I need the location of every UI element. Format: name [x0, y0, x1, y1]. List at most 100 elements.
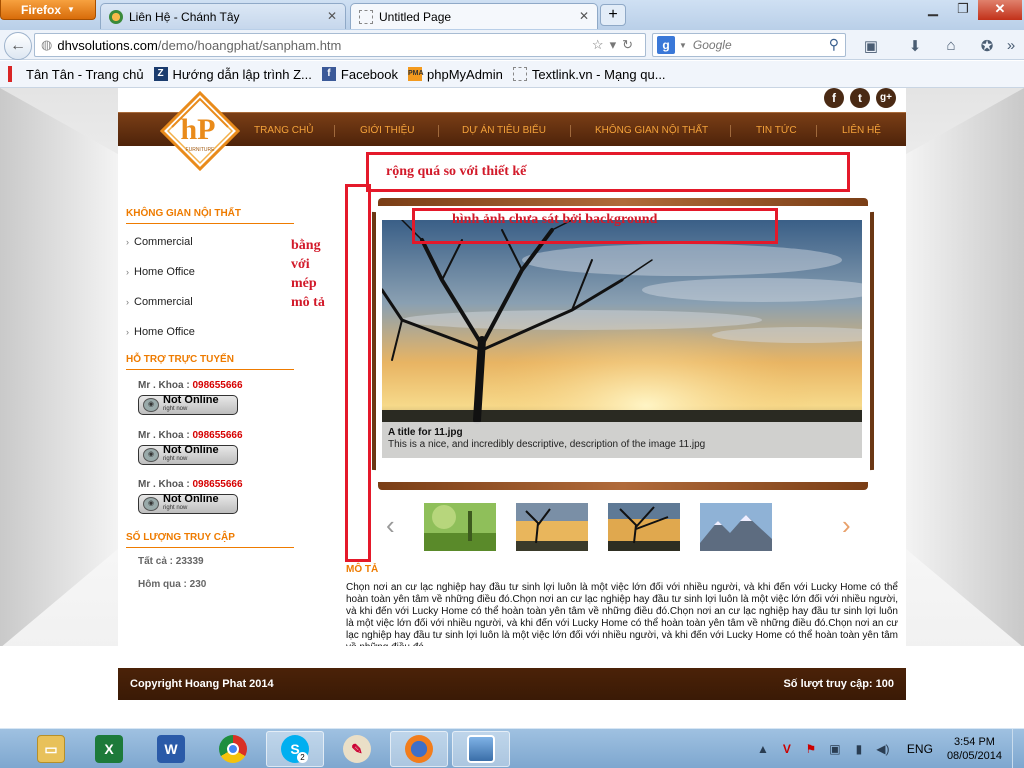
menu-divider: [570, 125, 571, 137]
support-phone[interactable]: 098655666: [192, 430, 242, 441]
taskbar-excel[interactable]: X: [80, 731, 138, 767]
room-background-left: [0, 88, 120, 648]
chevron-right-icon: ›: [126, 267, 129, 277]
bookmark-zend[interactable]: Z Hướng dẫn lập trình Z...: [153, 66, 312, 82]
bookmark-label: phpMyAdmin: [427, 66, 503, 82]
skype-status-icon: ◉: [143, 448, 159, 462]
sidebar-item-home-office[interactable]: › Home Office: [126, 326, 195, 338]
menu-tin-tuc[interactable]: TIN TỨC: [756, 125, 797, 136]
status-badge[interactable]: ◉ Not Online right now: [138, 395, 238, 415]
taskbar-word[interactable]: W: [142, 731, 200, 767]
chevron-right-icon[interactable]: ›: [842, 510, 851, 541]
word-icon: W: [157, 735, 185, 763]
antivirus-icon[interactable]: V: [778, 742, 796, 756]
sidebar-item-commercial[interactable]: › Commercial: [126, 296, 193, 308]
thumbnail-mountains[interactable]: [700, 503, 772, 551]
url-actions: ☆▾↻: [592, 37, 639, 53]
taskbar-explorer[interactable]: ▭: [22, 731, 80, 767]
network-icon[interactable]: ▮: [850, 742, 868, 756]
support-phone[interactable]: 098655666: [192, 479, 242, 490]
taskbar-paint[interactable]: ✎: [328, 731, 386, 767]
support-phone[interactable]: 098655666: [192, 380, 242, 391]
bookmarks-menu-icon[interactable]: ▣: [860, 37, 882, 55]
volume-icon[interactable]: ◀): [874, 742, 892, 756]
facebook-icon[interactable]: f: [824, 88, 844, 108]
close-window-button[interactable]: ✕: [978, 0, 1022, 20]
logo-text: hP: [180, 113, 215, 146]
site-footer: Copyright Hoang Phat 2014 Số lượt truy c…: [118, 668, 906, 700]
tab-untitled[interactable]: Untitled Page ✕: [350, 3, 598, 29]
close-tab-icon[interactable]: ✕: [327, 9, 337, 23]
menu-khong-gian[interactable]: KHÔNG GIAN NỘI THẤT: [595, 125, 708, 136]
thumbnail-sunset-1[interactable]: [516, 503, 588, 551]
menu-trang-chu[interactable]: TRANG CHỦ: [254, 125, 313, 136]
maximize-button[interactable]: ❐: [948, 0, 978, 20]
action-center-icon[interactable]: ▣: [826, 742, 844, 756]
overflow-icon[interactable]: »: [1002, 37, 1020, 55]
close-tab-icon[interactable]: ✕: [579, 9, 589, 23]
status-badge[interactable]: ◉ Not Online right now: [138, 494, 238, 514]
minimize-button[interactable]: ▁: [918, 0, 948, 20]
twitter-icon[interactable]: t: [850, 88, 870, 108]
status-subtext: right now: [163, 456, 188, 462]
annotation-image-not-fit: hình ảnh chưa sát bởi background: [452, 212, 658, 227]
chevron-up-icon[interactable]: ▲: [754, 742, 772, 756]
taskbar-chrome[interactable]: [204, 731, 262, 767]
status-subtext: right now: [163, 406, 188, 412]
addon-icon[interactable]: ✪: [976, 37, 998, 55]
hoang-phat-logo[interactable]: hP FURNITURE: [160, 91, 240, 171]
clock-date: 08/05/2014: [946, 750, 1002, 762]
slide-description: This is a nice, and incredibly descripti…: [388, 439, 706, 450]
menu-lien-he[interactable]: LIÊN HỆ: [842, 125, 881, 136]
tab-lien-he[interactable]: Liên Hệ - Chánh Tây ✕: [100, 3, 346, 29]
new-tab-button[interactable]: +: [600, 4, 626, 26]
taskbar-skype[interactable]: S 2: [266, 731, 324, 767]
status-badge[interactable]: ◉ Not Online right now: [138, 445, 238, 465]
taskbar-photo-viewer[interactable]: [452, 731, 510, 767]
search-icon[interactable]: ⚲: [829, 36, 839, 53]
support-contact: Mr . Khoa : 098655666: [138, 380, 243, 391]
annotation-align-edge: bằng với mép mô tả: [291, 238, 325, 310]
sidebar-item-label: Home Office: [134, 266, 195, 278]
menu-du-an[interactable]: DỰ ÁN TIÊU BIỂU: [462, 125, 546, 136]
back-button[interactable]: ←: [4, 32, 32, 60]
flag-error-icon[interactable]: ⚑: [802, 742, 820, 756]
thumbnail-sunset-2[interactable]: [608, 503, 680, 551]
address-bar[interactable]: ◍ dhvsolutions.com /demo/hoangphat/sanph…: [34, 33, 646, 57]
firefox-menu-button[interactable]: Firefox ▼: [0, 0, 96, 20]
skype-badge: 2: [297, 752, 308, 763]
bookmark-facebook[interactable]: f Facebook: [321, 66, 398, 82]
chevron-down-icon: ▼: [679, 40, 687, 50]
google-plus-icon[interactable]: g+: [876, 88, 896, 108]
slide-image[interactable]: A title for 11.jpg This is a nice, and i…: [382, 220, 862, 458]
globe-icon: ◍: [41, 37, 53, 52]
sidebar-item-home-office[interactable]: › Home Office: [126, 266, 195, 278]
bookmark-star-icon[interactable]: ☆: [592, 37, 610, 52]
dropdown-icon[interactable]: ▾: [610, 37, 623, 52]
download-icon[interactable]: ⬇: [904, 37, 926, 55]
search-placeholder: Google: [692, 38, 732, 52]
bookmark-textlink[interactable]: Textlink.vn - Mạng qu...: [512, 66, 666, 82]
reload-icon[interactable]: ↻: [622, 37, 639, 52]
bookmark-label: Facebook: [340, 66, 398, 82]
bookmark-label: Textlink.vn - Mạng qu...: [531, 66, 666, 82]
search-box[interactable]: g ▼ Google ⚲: [652, 33, 846, 57]
thumbnail-forest[interactable]: [424, 503, 496, 551]
google-icon[interactable]: g: [657, 36, 675, 54]
url-host: dhvsolutions.com: [57, 37, 158, 53]
bookmark-phpmyadmin[interactable]: PMA phpMyAdmin: [408, 67, 503, 82]
show-desktop-button[interactable]: [1012, 729, 1024, 768]
menu-gioi-thieu[interactable]: GIỚI THIỆU: [360, 125, 415, 136]
chevron-left-icon[interactable]: ‹: [386, 510, 395, 541]
home-icon[interactable]: ⌂: [940, 37, 962, 55]
bookmark-label: Hướng dẫn lập trình Z...: [172, 66, 312, 82]
slideshow-frame-bottom: [378, 482, 868, 490]
clock[interactable]: 3:54 PM 08/05/2014: [947, 735, 1002, 763]
bookmark-tantan[interactable]: Tân Tân - Trang chủ: [26, 67, 144, 82]
footer-visit-count: Số lượt truy cập: 100: [783, 678, 894, 690]
language-indicator[interactable]: ENG: [907, 742, 933, 756]
sidebar-space-title: KHÔNG GIAN NỘI THẤT: [126, 208, 294, 224]
clock-time: 3:54 PM: [953, 736, 995, 748]
taskbar-firefox[interactable]: [390, 731, 448, 767]
sidebar-item-commercial[interactable]: › Commercial: [126, 236, 193, 248]
